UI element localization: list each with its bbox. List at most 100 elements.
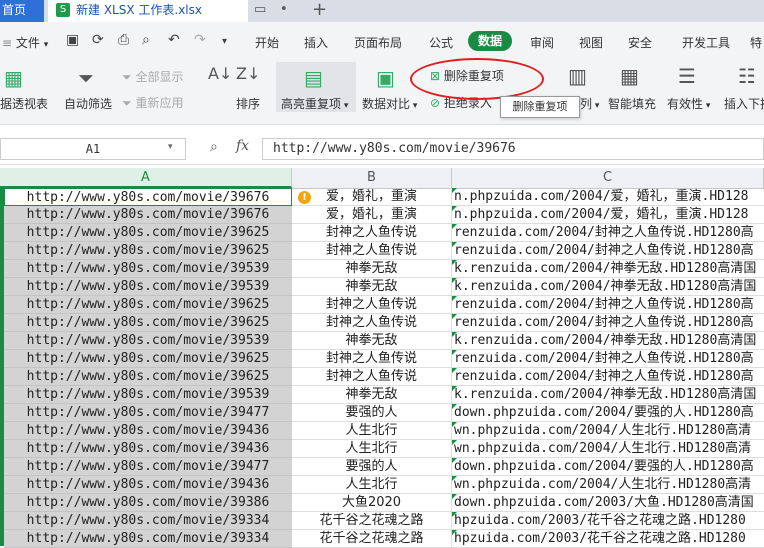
- insert-dropdown-button[interactable]: 插入下拉: [724, 95, 764, 112]
- reapply-button[interactable]: ⏷ 重新应用: [122, 94, 183, 111]
- cell-b[interactable]: 要强的人: [292, 404, 452, 422]
- cell-b[interactable]: 封神之人鱼传说: [292, 296, 452, 314]
- cell-c[interactable]: renzuida.com/2004/封神之人鱼传说.HD1280高: [452, 368, 764, 386]
- cell-a[interactable]: http://www.y80s.com/movie/39386: [4, 494, 292, 512]
- cell-c[interactable]: wn.phpzuida.com/2004/人生北行.HD1280高清: [452, 422, 764, 440]
- cell-b[interactable]: 神拳无敌: [292, 278, 452, 296]
- cell-b[interactable]: 要强的人: [292, 458, 452, 476]
- cell-a[interactable]: http://www.y80s.com/movie/39539: [4, 332, 292, 350]
- split-column-icon[interactable]: ▥: [568, 64, 587, 88]
- cell-b[interactable]: 花千谷之花魂之路: [292, 512, 452, 530]
- cell-c[interactable]: hpzuida.com/2003/花千谷之花魂之路.HD1280: [452, 512, 764, 530]
- data-compare-icon[interactable]: ▣: [376, 66, 395, 90]
- cell-c[interactable]: n.phpzuida.com/2004/爱，婚礼，重演.HD128: [452, 188, 764, 206]
- sort-asc-icon[interactable]: A↓: [208, 64, 232, 83]
- menu-page-layout[interactable]: 页面布局: [354, 34, 402, 51]
- autofilter-button[interactable]: 自动筛选: [64, 95, 112, 112]
- cell-a[interactable]: http://www.y80s.com/movie/39334: [4, 512, 292, 530]
- cell-c[interactable]: renzuida.com/2004/封神之人鱼传说.HD1280高: [452, 224, 764, 242]
- validity-icon[interactable]: ☰: [678, 64, 696, 88]
- tab-document[interactable]: S 新建 XLSX 工作表.xlsx: [48, 0, 248, 22]
- data-compare-button[interactable]: 数据对比 ▾: [362, 95, 417, 112]
- cell-c[interactable]: wn.phpzuida.com/2004/人生北行.HD1280高清: [452, 476, 764, 494]
- sort-desc-icon[interactable]: Z↓: [236, 64, 260, 83]
- cell-c[interactable]: k.renzuida.com/2004/神拳无敌.HD1280高清国: [452, 260, 764, 278]
- fx-icon[interactable]: fx: [236, 138, 249, 154]
- cell-b[interactable]: 封神之人鱼传说: [292, 242, 452, 260]
- menu-start[interactable]: 开始: [255, 34, 279, 51]
- cell-c[interactable]: n.phpzuida.com/2004/爱，婚礼，重演.HD128: [452, 206, 764, 224]
- close-tab-icon[interactable]: •: [280, 2, 288, 17]
- menu-file[interactable]: ≡ 文件 ▾: [2, 34, 48, 51]
- cell-a[interactable]: http://www.y80s.com/movie/39625: [4, 296, 292, 314]
- filter-icon[interactable]: ⏷: [78, 66, 94, 90]
- cell-c[interactable]: k.renzuida.com/2004/神拳无敌.HD1280高清国: [452, 386, 764, 404]
- cell-b[interactable]: 人生北行: [292, 422, 452, 440]
- column-header-b[interactable]: B: [292, 168, 452, 188]
- smart-fill-icon[interactable]: ▦: [620, 64, 639, 88]
- cell-a[interactable]: http://www.y80s.com/movie/39436: [4, 440, 292, 458]
- cell-a[interactable]: http://www.y80s.com/movie/39625: [4, 350, 292, 368]
- cell-b[interactable]: 神拳无敌: [292, 260, 452, 278]
- warning-icon[interactable]: !: [298, 191, 311, 204]
- show-all-button[interactable]: ⏷ 全部显示: [122, 68, 183, 85]
- cell-c[interactable]: hpzuida.com/2003/花千谷之花魂之路.HD1280: [452, 530, 764, 548]
- menu-view[interactable]: 视图: [579, 34, 603, 51]
- cell-b[interactable]: 封神之人鱼传说: [292, 314, 452, 332]
- formula-input[interactable]: http://www.y80s.com/movie/39676: [262, 138, 764, 160]
- smart-fill-button[interactable]: 智能填充: [608, 95, 656, 112]
- menu-data[interactable]: 数据: [468, 31, 512, 51]
- highlight-dup-icon[interactable]: ▤: [304, 66, 323, 90]
- monitor-icon[interactable]: ▭: [254, 2, 266, 17]
- cell-a[interactable]: http://www.y80s.com/movie/39625: [4, 368, 292, 386]
- cell-a[interactable]: http://www.y80s.com/movie/39539: [4, 386, 292, 404]
- cell-a[interactable]: http://www.y80s.com/movie/39676: [4, 188, 292, 206]
- cell-c[interactable]: renzuida.com/2004/封神之人鱼传说.HD1280高: [452, 314, 764, 332]
- split-column-button[interactable]: 列 ▾: [580, 95, 599, 112]
- column-header-a[interactable]: A: [0, 168, 292, 188]
- cell-a[interactable]: http://www.y80s.com/movie/39477: [4, 458, 292, 476]
- cell-c[interactable]: renzuida.com/2004/封神之人鱼传说.HD1280高: [452, 296, 764, 314]
- cell-b[interactable]: 人生北行: [292, 440, 452, 458]
- share-icon[interactable]: ⟳: [92, 32, 104, 48]
- cell-b[interactable]: 神拳无敌: [292, 386, 452, 404]
- cell-c[interactable]: down.phpzuida.com/2004/要强的人.HD1280高: [452, 404, 764, 422]
- cell-c[interactable]: k.renzuida.com/2004/神拳无敌.HD1280高清国: [452, 278, 764, 296]
- menu-insert[interactable]: 插入: [304, 34, 328, 51]
- cell-a[interactable]: http://www.y80s.com/movie/39477: [4, 404, 292, 422]
- cell-c[interactable]: down.phpzuida.com/2004/要强的人.HD1280高: [452, 458, 764, 476]
- cell-b[interactable]: 爱，婚礼，重演: [292, 188, 452, 206]
- cell-b[interactable]: 大鱼2020: [292, 494, 452, 512]
- cell-b[interactable]: 封神之人鱼传说: [292, 350, 452, 368]
- cell-c[interactable]: k.renzuida.com/2004/神拳无敌.HD1280高清国: [452, 332, 764, 350]
- menu-special[interactable]: 特: [750, 34, 762, 51]
- cell-c[interactable]: renzuida.com/2004/封神之人鱼传说.HD1280高: [452, 242, 764, 260]
- print-icon[interactable]: ⎙: [118, 32, 129, 48]
- menu-dev-tools[interactable]: 开发工具: [682, 34, 730, 51]
- save-icon[interactable]: ▣: [66, 32, 79, 48]
- column-header-c[interactable]: C: [452, 168, 764, 188]
- cell-a[interactable]: http://www.y80s.com/movie/39436: [4, 476, 292, 494]
- add-tab-button[interactable]: +: [312, 0, 327, 20]
- cell-a[interactable]: http://www.y80s.com/movie/39334: [4, 530, 292, 548]
- pivot-table-icon[interactable]: ▦: [4, 66, 23, 90]
- cell-b[interactable]: 神拳无敌: [292, 332, 452, 350]
- validity-button[interactable]: 有效性 ▾: [667, 95, 710, 112]
- cell-b[interactable]: 花千谷之花魂之路: [292, 530, 452, 548]
- cell-c[interactable]: renzuida.com/2004/封神之人鱼传说.HD1280高: [452, 350, 764, 368]
- cell-b[interactable]: 爱，婚礼，重演: [292, 206, 452, 224]
- menu-formula[interactable]: 公式: [429, 34, 453, 51]
- insert-dropdown-icon[interactable]: ☷: [738, 64, 756, 88]
- name-box[interactable]: A1: [0, 138, 186, 160]
- name-box-dropdown-icon[interactable]: ▾: [168, 142, 173, 152]
- cell-b[interactable]: 封神之人鱼传说: [292, 368, 452, 386]
- cell-a[interactable]: http://www.y80s.com/movie/39625: [4, 314, 292, 332]
- cell-b[interactable]: 人生北行: [292, 476, 452, 494]
- cell-a[interactable]: http://www.y80s.com/movie/39436: [4, 422, 292, 440]
- cell-a[interactable]: http://www.y80s.com/movie/39676: [4, 206, 292, 224]
- tab-home[interactable]: 首页: [0, 0, 44, 22]
- print-preview-icon[interactable]: ⌕: [142, 32, 150, 48]
- cell-a[interactable]: http://www.y80s.com/movie/39539: [4, 260, 292, 278]
- highlight-dup-button[interactable]: 高亮重复项 ▾: [281, 95, 348, 112]
- zoom-icon[interactable]: ⌕: [210, 139, 218, 155]
